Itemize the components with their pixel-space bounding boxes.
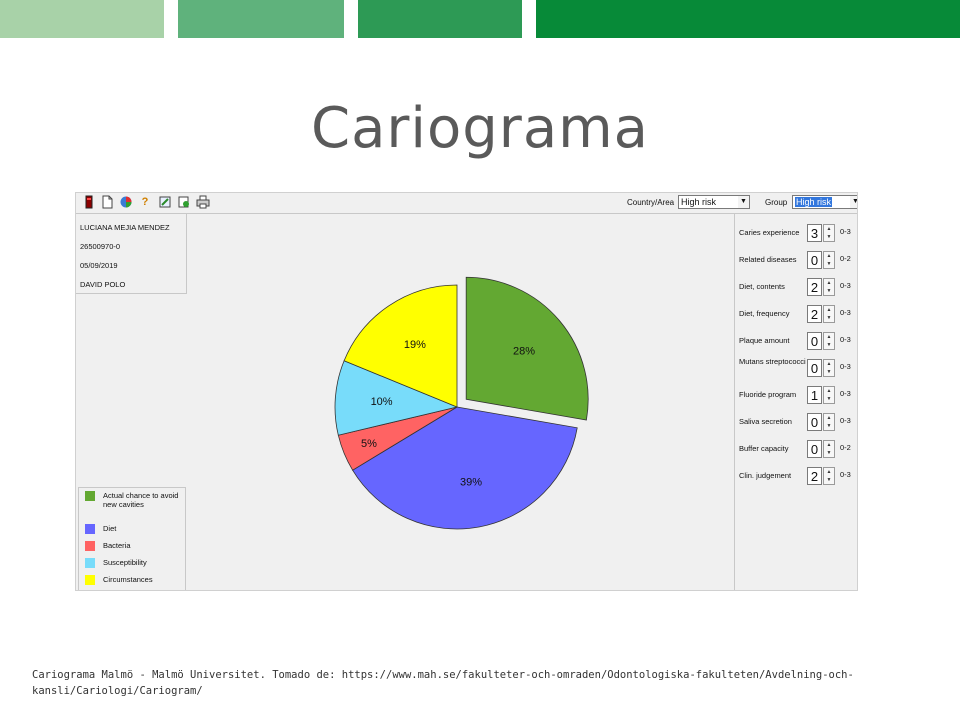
factor-range: 0-3	[840, 416, 851, 425]
group-value: High risk	[795, 197, 833, 207]
factor-label: Diet, contents	[739, 282, 785, 291]
spin-down-icon[interactable]: ▼	[824, 341, 834, 349]
factor-value-input[interactable]: 0	[807, 440, 822, 458]
factor-value-input[interactable]: 0	[807, 413, 822, 431]
factor-spinner[interactable]: ▲ ▼	[823, 440, 835, 458]
slide-title: Cariograma	[310, 96, 649, 161]
legend-swatch	[85, 491, 95, 501]
cariogram-window: ? Country/Area High risk ▼ Group High ri…	[75, 192, 858, 591]
factor-spinner[interactable]: ▲ ▼	[823, 278, 835, 296]
header-bar-3	[358, 0, 522, 38]
factor-label: Plaque amount	[739, 336, 790, 345]
spin-up-icon[interactable]: ▲	[824, 306, 834, 314]
factor-label: Related diseases	[739, 255, 797, 264]
factor-row: Diet, frequency 2 ▲ ▼ 0-3	[735, 305, 857, 329]
factor-range: 0-3	[840, 308, 851, 317]
factor-row: Plaque amount 0 ▲ ▼ 0-3	[735, 332, 857, 356]
spin-up-icon[interactable]: ▲	[824, 441, 834, 449]
legend-swatch	[85, 575, 95, 585]
header-bar-1	[0, 0, 164, 38]
pie-slice-label: 39%	[460, 476, 482, 488]
factor-range: 0-2	[840, 443, 851, 452]
legend-swatch	[85, 524, 95, 534]
factor-range: 0-3	[840, 335, 851, 344]
factor-range: 0-3	[840, 470, 851, 479]
header-bar-2	[178, 0, 344, 38]
factor-value-input[interactable]: 2	[807, 467, 822, 485]
factor-spinner[interactable]: ▲ ▼	[823, 224, 835, 242]
spin-up-icon[interactable]: ▲	[824, 387, 834, 395]
spin-up-icon[interactable]: ▲	[824, 225, 834, 233]
factor-range: 0-3	[840, 227, 851, 236]
spin-down-icon[interactable]: ▼	[824, 260, 834, 268]
factor-value-input[interactable]: 0	[807, 251, 822, 269]
factor-row: Saliva secretion 0 ▲ ▼ 0-3	[735, 413, 857, 437]
chart-legend: Actual chance to avoid new cavities Diet B…	[78, 487, 186, 590]
chevron-down-icon[interactable]: ▼	[738, 196, 749, 208]
factor-range: 0-3	[840, 362, 851, 371]
legend-label: Bacteria	[103, 541, 131, 550]
spin-down-icon[interactable]: ▼	[824, 395, 834, 403]
chevron-down-icon[interactable]: ▼	[850, 196, 857, 208]
factor-row: Mutans streptococci 0 ▲ ▼ 0-3	[735, 357, 857, 383]
factor-row: Fluoride program 1 ▲ ▼ 0-3	[735, 386, 857, 410]
factor-value-input[interactable]: 0	[807, 359, 822, 377]
factor-row: Related diseases 0 ▲ ▼ 0-2	[735, 251, 857, 275]
spin-down-icon[interactable]: ▼	[824, 368, 834, 376]
factor-value-input[interactable]: 0	[807, 332, 822, 350]
spin-up-icon[interactable]: ▲	[824, 468, 834, 476]
factor-value-input[interactable]: 1	[807, 386, 822, 404]
factor-label: Clin. judgement	[739, 471, 792, 480]
factor-range: 0-2	[840, 254, 851, 263]
factor-spinner[interactable]: ▲ ▼	[823, 467, 835, 485]
legend-label: Susceptibility	[103, 558, 147, 567]
factor-spinner[interactable]: ▲ ▼	[823, 251, 835, 269]
spin-down-icon[interactable]: ▼	[824, 476, 834, 484]
factor-row: Buffer capacity 0 ▲ ▼ 0-2	[735, 440, 857, 464]
factor-spinner[interactable]: ▲ ▼	[823, 386, 835, 404]
pie-slice-label: 5%	[361, 438, 377, 450]
factor-label: Fluoride program	[739, 390, 797, 399]
factor-row: Diet, contents 2 ▲ ▼ 0-3	[735, 278, 857, 302]
spin-down-icon[interactable]: ▼	[824, 233, 834, 241]
pie-slice-label: 10%	[371, 396, 393, 408]
spin-up-icon[interactable]: ▲	[824, 414, 834, 422]
legend-label: Circumstances	[103, 575, 153, 584]
factor-spinner[interactable]: ▲ ▼	[823, 359, 835, 377]
factor-value-input[interactable]: 2	[807, 305, 822, 323]
factor-label: Caries experience	[739, 228, 800, 237]
factor-value-input[interactable]: 3	[807, 224, 822, 242]
factor-label: Mutans streptococci	[739, 357, 806, 366]
spin-up-icon[interactable]: ▲	[824, 360, 834, 368]
header-bar-4	[536, 0, 960, 38]
pie-slice-label: 19%	[404, 339, 426, 351]
legend-swatch	[85, 558, 95, 568]
spin-up-icon[interactable]: ▲	[824, 333, 834, 341]
factor-spinner[interactable]: ▲ ▼	[823, 413, 835, 431]
spin-up-icon[interactable]: ▲	[824, 252, 834, 260]
factor-spinner[interactable]: ▲ ▼	[823, 332, 835, 350]
spin-up-icon[interactable]: ▲	[824, 279, 834, 287]
spin-down-icon[interactable]: ▼	[824, 449, 834, 457]
factor-spinner[interactable]: ▲ ▼	[823, 305, 835, 323]
spin-down-icon[interactable]: ▼	[824, 314, 834, 322]
factor-label: Diet, frequency	[739, 309, 790, 318]
risk-factors-panel: Caries experience 3 ▲ ▼ 0-3 Related diseases 0…	[734, 214, 857, 590]
factor-range: 0-3	[840, 389, 851, 398]
group-label: Group	[765, 198, 788, 207]
legend-label: Diet	[103, 524, 117, 533]
factor-row: Clin. judgement 2 ▲ ▼ 0-3	[735, 467, 857, 491]
factor-value-input[interactable]: 2	[807, 278, 822, 296]
spin-down-icon[interactable]: ▼	[824, 422, 834, 430]
factor-row: Caries experience 3 ▲ ▼ 0-3	[735, 224, 857, 248]
source-caption: Cariograma Malmö - Malmö Universitet. To…	[32, 669, 854, 697]
legend-swatch	[85, 541, 95, 551]
factor-label: Buffer capacity	[739, 444, 789, 453]
pie-slice-label: 28%	[513, 346, 535, 358]
group-select[interactable]: High risk ▼	[792, 195, 857, 209]
factor-label: Saliva secretion	[739, 417, 792, 426]
factor-range: 0-3	[840, 281, 851, 290]
spin-down-icon[interactable]: ▼	[824, 287, 834, 295]
legend-label: Actual chance to avoid new cavities	[103, 491, 179, 509]
